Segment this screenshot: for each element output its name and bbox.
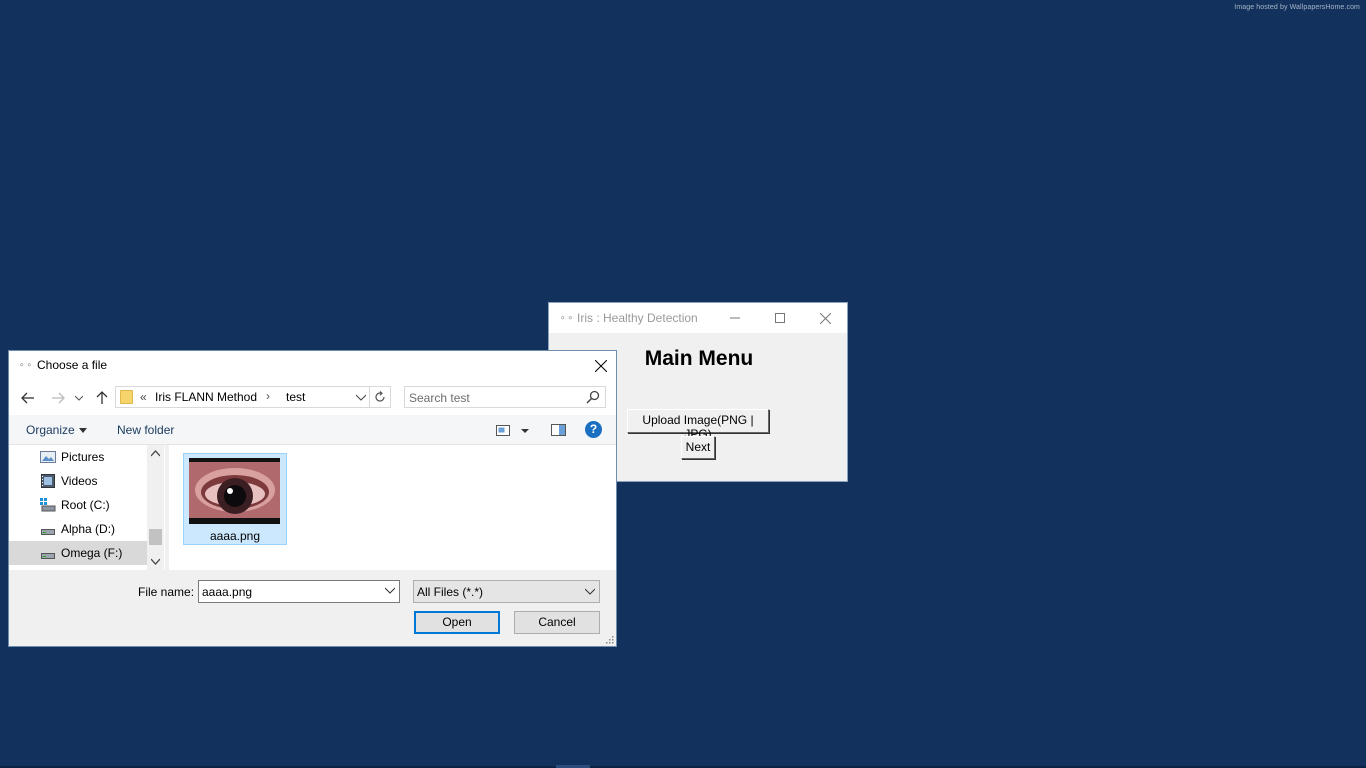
chevron-down-icon	[585, 588, 595, 595]
forward-button[interactable]	[49, 389, 67, 407]
search-icon[interactable]	[586, 390, 600, 404]
maximize-button[interactable]	[757, 303, 803, 333]
file-type-select[interactable]: All Files (*.*)	[413, 580, 600, 603]
dialog-title: Choose a file	[37, 358, 108, 372]
breadcrumb-item[interactable]: Iris FLANN Method	[155, 390, 257, 404]
close-icon	[819, 312, 831, 324]
preview-pane-button[interactable]	[550, 422, 568, 438]
videos-icon	[41, 474, 55, 488]
arrow-up-icon	[96, 391, 108, 404]
nav-scrollbar[interactable]	[147, 445, 164, 570]
chevron-down-icon[interactable]	[385, 587, 395, 595]
dialog-toolbar: Organize New folder ?	[9, 415, 616, 445]
chevron-down-icon	[75, 395, 83, 401]
file-name-input[interactable]	[202, 583, 372, 600]
upload-image-button[interactable]: Upload Image(PNG | JPG)	[627, 409, 769, 441]
search-box[interactable]	[404, 386, 606, 408]
choose-file-dialog: ⚬⚬ Choose a file « Iris FLANN Method › t…	[8, 350, 617, 647]
image-thumbnail	[189, 458, 280, 524]
app-icon: ⚬⚬	[18, 360, 34, 370]
refresh-icon	[375, 391, 385, 402]
nav-item-pictures[interactable]: Pictures	[9, 445, 147, 469]
file-name: aaaa.png	[209, 529, 261, 543]
up-folder-button[interactable]	[93, 389, 111, 407]
refresh-button[interactable]	[369, 387, 390, 407]
eye-image-thumbnail	[189, 458, 280, 524]
main-window-title: Iris : Healthy Detection	[577, 311, 698, 325]
drive-icon	[40, 498, 56, 512]
help-button[interactable]: ?	[585, 421, 602, 438]
navigation-row: « Iris FLANN Method › test	[9, 381, 616, 415]
drive-icon	[41, 553, 55, 559]
file-item[interactable]: aaaa.png	[183, 453, 287, 545]
nav-item-alpha-d[interactable]: Alpha (D:)	[9, 517, 147, 541]
preview-pane-icon	[551, 424, 566, 436]
breadcrumb-overflow[interactable]: «	[140, 390, 147, 404]
address-dropdown-button[interactable]	[355, 390, 368, 404]
change-view-button[interactable]	[495, 423, 535, 439]
main-window-titlebar[interactable]: ⚬⚬ Iris : Healthy Detection	[549, 303, 847, 333]
app-icon: ⚬⚬	[559, 313, 575, 323]
chevron-down-icon	[355, 394, 367, 401]
nav-item-videos[interactable]: Videos	[9, 469, 147, 493]
arrow-left-icon	[21, 392, 34, 404]
breadcrumb-separator-icon[interactable]: ›	[266, 389, 270, 403]
cancel-button[interactable]: Cancel	[514, 611, 600, 634]
scroll-thumb[interactable]	[149, 529, 162, 545]
arrow-right-icon	[52, 392, 65, 404]
view-options-icon	[496, 425, 529, 436]
file-name-label: File name:	[138, 585, 195, 599]
dialog-close-button[interactable]	[586, 351, 616, 381]
dialog-footer: File name: All Files (*.*) Open Cancel	[9, 570, 616, 646]
file-type-value: All Files (*.*)	[417, 585, 484, 599]
file-list: aaaa.png	[169, 445, 616, 570]
scroll-up-icon[interactable]	[151, 449, 160, 458]
nav-item-label: Alpha (D:)	[61, 522, 116, 536]
nav-item-label: Omega (F:)	[61, 546, 123, 560]
organize-menu[interactable]: Organize	[26, 423, 87, 437]
close-button[interactable]	[802, 303, 848, 333]
organize-label: Organize	[26, 423, 75, 437]
recent-locations-button[interactable]	[73, 389, 85, 407]
maximize-icon	[775, 313, 785, 323]
watermark-text: Image hosted by WallpapersHome.com	[1234, 4, 1360, 11]
nav-item-label: Videos	[61, 474, 98, 488]
drive-icon	[41, 529, 55, 535]
new-folder-button[interactable]: New folder	[117, 423, 174, 437]
minimize-button[interactable]	[712, 303, 758, 333]
address-bar[interactable]: « Iris FLANN Method › test	[115, 386, 391, 408]
nav-item-root-c[interactable]: Root (C:)	[9, 493, 147, 517]
nav-item-label: Pictures	[61, 450, 105, 464]
back-button[interactable]	[19, 389, 37, 407]
folder-icon	[120, 390, 133, 404]
breadcrumb-item[interactable]: test	[286, 390, 305, 404]
nav-item-omega-f[interactable]: Omega (F:)	[9, 541, 147, 565]
open-button[interactable]: Open	[414, 611, 500, 634]
resize-grip-icon[interactable]	[605, 635, 614, 644]
navigation-pane: Pictures Videos Root (C:) Alpha (D:) Ome…	[9, 445, 165, 570]
next-button[interactable]: Next	[681, 436, 715, 459]
search-input[interactable]	[407, 388, 581, 408]
dialog-titlebar[interactable]: ⚬⚬ Choose a file	[9, 351, 616, 381]
minimize-icon	[730, 317, 740, 319]
file-name-combobox[interactable]	[198, 580, 400, 603]
caret-down-icon	[78, 428, 87, 434]
scroll-down-icon[interactable]	[151, 557, 160, 566]
pictures-icon	[40, 451, 56, 463]
close-icon	[595, 360, 607, 372]
nav-item-label: Root (C:)	[61, 498, 110, 512]
